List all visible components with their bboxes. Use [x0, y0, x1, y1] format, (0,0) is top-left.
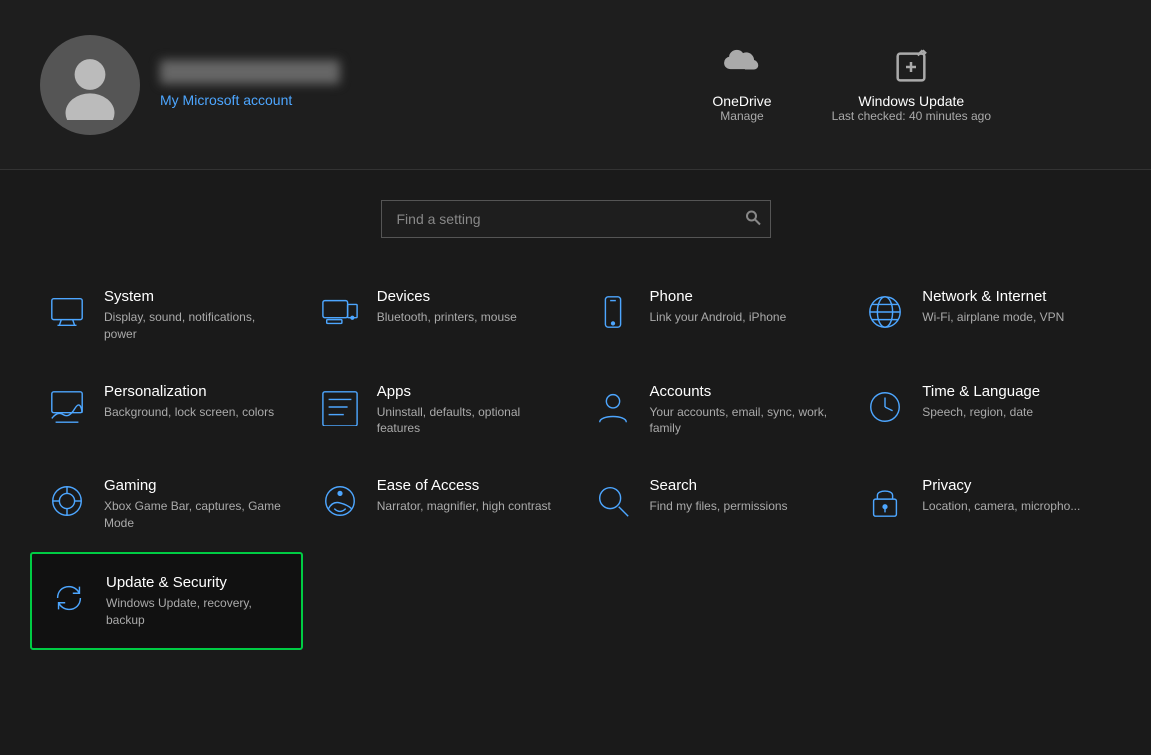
search-box — [381, 200, 771, 238]
settings-desc-accounts: Your accounts, email, sync, work, family — [650, 404, 834, 438]
settings-desc-personalization: Background, lock screen, colors — [104, 404, 274, 421]
settings-text-personalization: Personalization Background, lock screen,… — [104, 383, 274, 421]
settings-item-network[interactable]: Network & Internet Wi-Fi, airplane mode,… — [848, 268, 1121, 363]
avatar — [40, 35, 140, 135]
settings-title-search: Search — [650, 477, 788, 494]
onedrive-widget[interactable]: OneDrive Manage — [712, 47, 771, 123]
user-name-blurred — [160, 60, 340, 84]
settings-desc-phone: Link your Android, iPhone — [650, 309, 787, 326]
settings-desc-search: Find my files, permissions — [650, 498, 788, 515]
settings-item-accounts[interactable]: Accounts Your accounts, email, sync, wor… — [576, 363, 849, 458]
header: My Microsoft account OneDrive Manage — [0, 0, 1151, 170]
settings-desc-apps: Uninstall, defaults, optional features — [377, 404, 561, 438]
windows-update-subtitle: Last checked: 40 minutes ago — [832, 109, 991, 123]
settings-item-ease[interactable]: Ease of Access Narrator, magnifier, high… — [303, 457, 576, 552]
settings-item-search[interactable]: Search Find my files, permissions — [576, 457, 849, 552]
settings-icon-search — [591, 479, 635, 523]
settings-title-personalization: Personalization — [104, 383, 274, 400]
settings-item-phone[interactable]: Phone Link your Android, iPhone — [576, 268, 849, 363]
search-input[interactable] — [381, 200, 771, 238]
microsoft-account-link[interactable]: My Microsoft account — [160, 92, 292, 108]
settings-title-phone: Phone — [650, 288, 787, 305]
settings-item-devices[interactable]: Devices Bluetooth, printers, mouse — [303, 268, 576, 363]
settings-desc-system: Display, sound, notifications, power — [104, 309, 288, 343]
onedrive-subtitle: Manage — [720, 109, 763, 123]
settings-text-apps: Apps Uninstall, defaults, optional featu… — [377, 383, 561, 438]
onedrive-title: OneDrive — [712, 93, 771, 109]
settings-grid: System Display, sound, notifications, po… — [0, 258, 1151, 660]
settings-title-accounts: Accounts — [650, 383, 834, 400]
user-info: My Microsoft account — [160, 60, 340, 110]
settings-title-system: System — [104, 288, 288, 305]
settings-icon-devices — [318, 290, 362, 334]
settings-desc-gaming: Xbox Game Bar, captures, Game Mode — [104, 498, 288, 532]
settings-desc-update: Windows Update, recovery, backup — [106, 595, 286, 629]
windows-update-icon — [891, 47, 931, 87]
user-section: My Microsoft account — [40, 35, 712, 135]
search-button[interactable] — [745, 210, 761, 229]
settings-title-update: Update & Security — [106, 574, 286, 591]
settings-item-time[interactable]: Time & Language Speech, region, date — [848, 363, 1121, 458]
search-area — [0, 170, 1151, 258]
onedrive-icon — [722, 47, 762, 87]
settings-desc-network: Wi-Fi, airplane mode, VPN — [922, 309, 1064, 326]
settings-text-search: Search Find my files, permissions — [650, 477, 788, 515]
settings-title-time: Time & Language — [922, 383, 1040, 400]
settings-desc-privacy: Location, camera, micropho... — [922, 498, 1080, 515]
settings-text-gaming: Gaming Xbox Game Bar, captures, Game Mod… — [104, 477, 288, 532]
settings-title-ease: Ease of Access — [377, 477, 551, 494]
settings-title-devices: Devices — [377, 288, 517, 305]
settings-title-gaming: Gaming — [104, 477, 288, 494]
settings-desc-ease: Narrator, magnifier, high contrast — [377, 498, 551, 515]
settings-item-privacy[interactable]: Privacy Location, camera, micropho... — [848, 457, 1121, 552]
settings-title-privacy: Privacy — [922, 477, 1080, 494]
settings-text-update: Update & Security Windows Update, recove… — [106, 574, 286, 629]
settings-text-devices: Devices Bluetooth, printers, mouse — [377, 288, 517, 326]
settings-title-network: Network & Internet — [922, 288, 1064, 305]
settings-icon-personalization — [45, 385, 89, 429]
settings-desc-devices: Bluetooth, printers, mouse — [377, 309, 517, 326]
header-widgets: OneDrive Manage Windows Update Last chec… — [712, 47, 1111, 123]
settings-text-system: System Display, sound, notifications, po… — [104, 288, 288, 343]
settings-icon-gaming — [45, 479, 89, 523]
settings-icon-system — [45, 290, 89, 334]
settings-text-network: Network & Internet Wi-Fi, airplane mode,… — [922, 288, 1064, 326]
settings-icon-accounts — [591, 385, 635, 429]
settings-item-apps[interactable]: Apps Uninstall, defaults, optional featu… — [303, 363, 576, 458]
settings-text-ease: Ease of Access Narrator, magnifier, high… — [377, 477, 551, 515]
settings-item-update[interactable]: Update & Security Windows Update, recove… — [30, 552, 303, 651]
windows-update-widget[interactable]: Windows Update Last checked: 40 minutes … — [832, 47, 991, 123]
settings-item-system[interactable]: System Display, sound, notifications, po… — [30, 268, 303, 363]
windows-update-title: Windows Update — [858, 93, 964, 109]
settings-icon-update — [47, 576, 91, 620]
settings-icon-time — [863, 385, 907, 429]
settings-icon-privacy — [863, 479, 907, 523]
settings-icon-ease — [318, 479, 362, 523]
settings-text-phone: Phone Link your Android, iPhone — [650, 288, 787, 326]
settings-title-apps: Apps — [377, 383, 561, 400]
settings-icon-apps — [318, 385, 362, 429]
settings-text-time: Time & Language Speech, region, date — [922, 383, 1040, 421]
settings-desc-time: Speech, region, date — [922, 404, 1040, 421]
settings-text-accounts: Accounts Your accounts, email, sync, wor… — [650, 383, 834, 438]
settings-text-privacy: Privacy Location, camera, micropho... — [922, 477, 1080, 515]
settings-icon-phone — [591, 290, 635, 334]
settings-icon-network — [863, 290, 907, 334]
settings-item-personalization[interactable]: Personalization Background, lock screen,… — [30, 363, 303, 458]
settings-item-gaming[interactable]: Gaming Xbox Game Bar, captures, Game Mod… — [30, 457, 303, 552]
